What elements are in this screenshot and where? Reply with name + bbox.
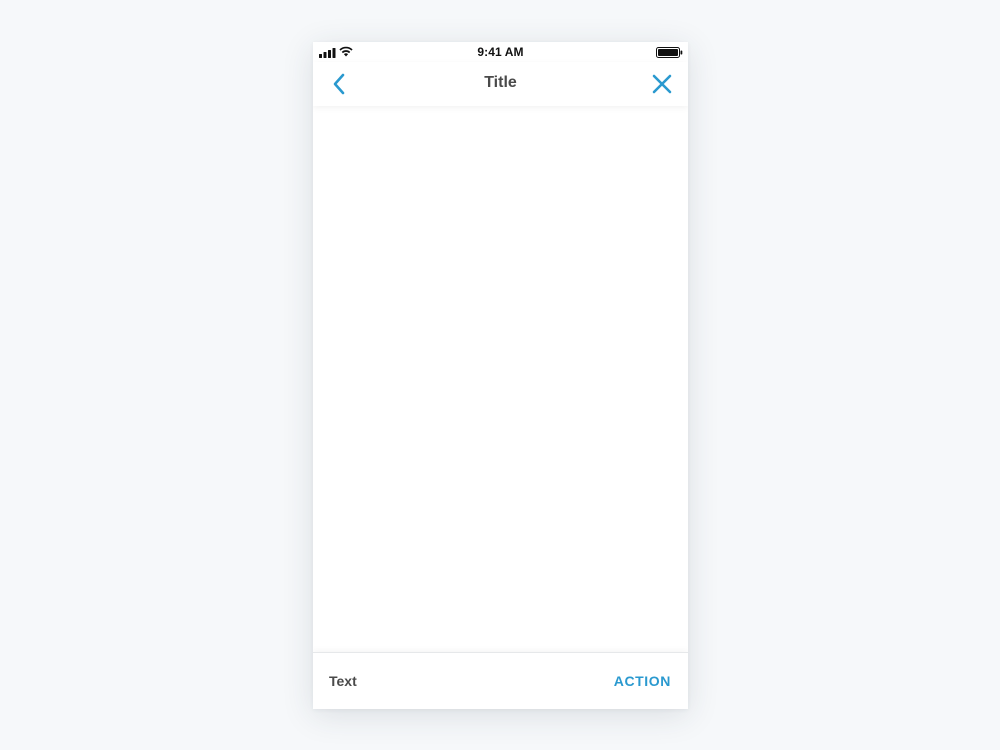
navigation-bar: Title (313, 62, 688, 106)
status-time: 9:41 AM (477, 45, 524, 59)
bottom-action-bar: Text ACTION (313, 652, 688, 709)
bottom-bar-text: Text (329, 673, 357, 689)
chevron-left-icon (333, 73, 345, 95)
phone-screen: 9:41 AM Title Text ACTION (313, 42, 688, 709)
action-button[interactable]: ACTION (614, 673, 671, 689)
close-icon (652, 74, 672, 94)
back-button[interactable] (323, 68, 355, 100)
battery-icon (656, 47, 683, 58)
close-button[interactable] (646, 68, 678, 100)
page-title: Title (484, 74, 517, 91)
page-background: 9:41 AM Title Text ACTION (0, 0, 1000, 750)
status-bar: 9:41 AM (313, 42, 688, 62)
content-area (313, 106, 688, 652)
